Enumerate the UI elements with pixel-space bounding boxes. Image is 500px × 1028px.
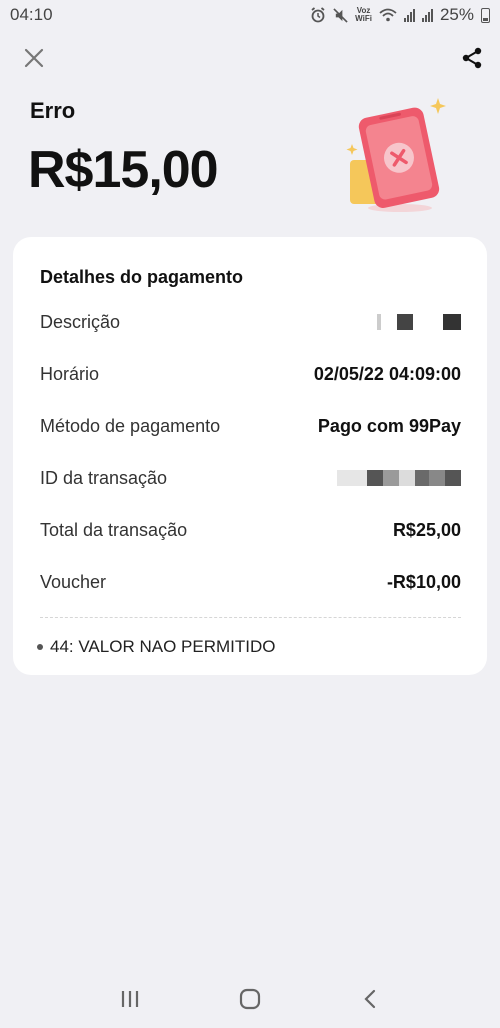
volte-icon: Voz WiFi xyxy=(355,7,372,23)
recents-button[interactable] xyxy=(110,979,150,1019)
detail-row-payment-method: Método de pagamento Pago com 99Pay xyxy=(40,412,461,440)
detail-value: Pago com 99Pay xyxy=(317,415,461,436)
detail-label: Total da transação xyxy=(40,519,188,540)
detail-label: ID da transação xyxy=(40,467,168,488)
bullet-icon xyxy=(37,644,43,650)
detail-label: Método de pagamento xyxy=(40,415,221,436)
detail-row-total: Total da transação R$25,00 xyxy=(40,516,461,544)
dashed-divider xyxy=(40,617,461,618)
signal-icon xyxy=(403,8,415,22)
share-icon xyxy=(462,47,482,69)
detail-value: -R$10,00 xyxy=(386,571,461,592)
signal-icon xyxy=(421,8,433,22)
volte-bottom-label: WiFi xyxy=(355,14,372,23)
wifi-icon xyxy=(379,8,397,22)
details-title: Detalhes do pagamento xyxy=(40,267,244,287)
status-time: 04:10 xyxy=(10,5,53,24)
payment-status-title: Erro xyxy=(30,98,76,123)
share-button[interactable] xyxy=(458,44,486,72)
close-icon xyxy=(24,48,44,68)
detail-label: Voucher xyxy=(40,571,107,592)
payment-error-illustration xyxy=(340,96,460,216)
alarm-icon xyxy=(311,7,325,23)
detail-row-time: Horário 02/05/22 04:09:00 xyxy=(40,360,461,388)
system-navigation-bar xyxy=(0,970,500,1028)
battery-percent: 25% xyxy=(439,5,474,24)
status-icons: Voz WiFi 25% xyxy=(310,5,490,25)
error-message-text: 44: VALOR NAO PERMITIDO xyxy=(50,637,276,656)
detail-row-transaction-id: ID da transação xyxy=(40,464,461,492)
home-button[interactable] xyxy=(230,979,270,1019)
recents-icon xyxy=(121,991,139,1007)
status-bar: 04:10 Voz WiFi 25% xyxy=(0,0,500,30)
mute-icon xyxy=(333,7,348,23)
back-button[interactable] xyxy=(350,979,390,1019)
detail-value: R$25,00 xyxy=(392,519,461,540)
detail-row-description: Descrição xyxy=(40,308,461,336)
payment-amount: R$15,00 xyxy=(28,141,219,199)
detail-label: Horário xyxy=(40,363,100,384)
redacted-value xyxy=(377,314,461,330)
battery-icon xyxy=(481,7,490,23)
payment-details-card: Detalhes do pagamento Descrição Horário … xyxy=(13,237,487,675)
back-icon xyxy=(364,989,376,1009)
detail-label: Descrição xyxy=(40,311,121,332)
detail-row-voucher: Voucher -R$10,00 xyxy=(40,568,461,596)
home-icon xyxy=(239,988,261,1010)
close-button[interactable] xyxy=(20,44,48,72)
detail-value: 02/05/22 04:09:00 xyxy=(313,363,461,384)
redacted-value xyxy=(337,470,461,486)
error-message: 44: VALOR NAO PERMITIDO xyxy=(37,637,275,657)
